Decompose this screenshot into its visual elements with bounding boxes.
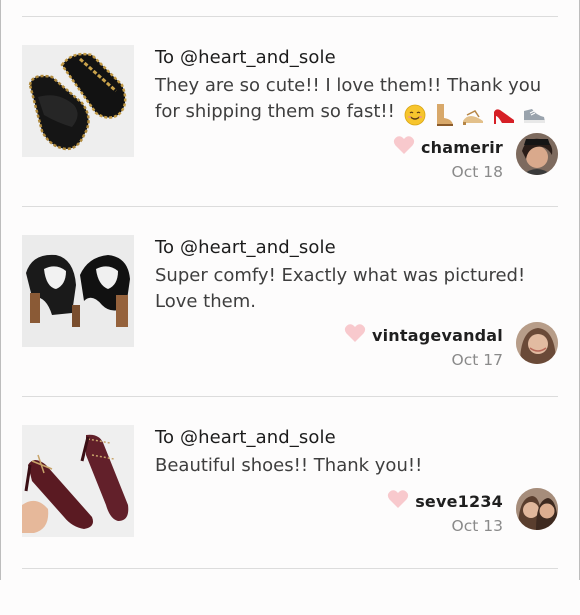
reviewer-username[interactable]: vintagevandal — [372, 326, 503, 345]
recipient-label: To @heart_and_sole — [155, 47, 336, 68]
avatar[interactable] — [516, 133, 558, 175]
review-item: To @heart_and_sole Super comfy! Exactly … — [0, 235, 580, 425]
reviewer-username[interactable]: seve1234 — [415, 492, 503, 511]
review-message: They are so cute!! I love them!! Thank y… — [155, 73, 555, 128]
heart-icon — [393, 135, 415, 159]
product-thumbnail[interactable] — [22, 425, 134, 537]
review-message: Beautiful shoes!! Thank you!! — [155, 455, 423, 476]
sandal-icon — [463, 110, 484, 125]
avatar[interactable] — [516, 322, 558, 364]
review-message: Super comfy! Exactly what was pictured! … — [155, 265, 526, 312]
avatar[interactable] — [516, 488, 558, 530]
review-meta: seve1234 Oct 13 — [387, 489, 503, 535]
review-date: Oct 13 — [451, 517, 503, 535]
sneaker-icon — [524, 109, 546, 123]
boot-icon — [437, 104, 454, 126]
user-line: chamerir — [393, 135, 503, 159]
recipient-label: To @heart_and_sole — [155, 427, 336, 448]
review-meta: chamerir Oct 18 — [393, 135, 503, 181]
review-date: Oct 18 — [451, 163, 503, 181]
reviewer-username[interactable]: chamerir — [421, 138, 503, 157]
heart-icon — [344, 323, 366, 347]
heart-icon — [387, 489, 409, 513]
recipient-label: To @heart_and_sole — [155, 237, 336, 258]
review-date: Oct 17 — [451, 351, 503, 369]
product-thumbnail[interactable] — [22, 235, 134, 347]
review-item: To @heart_and_sole They are so cute!! I … — [0, 45, 580, 235]
emoji-row — [404, 102, 548, 128]
smiling-face-icon — [404, 104, 425, 126]
user-line: seve1234 — [387, 489, 503, 513]
product-thumbnail[interactable] — [22, 45, 134, 157]
review-meta: vintagevandal Oct 17 — [344, 323, 503, 369]
user-line: vintagevandal — [344, 323, 503, 347]
divider — [22, 16, 558, 17]
high-heel-icon — [493, 109, 514, 124]
review-item: To @heart_and_sole Beautiful shoes!! Tha… — [0, 425, 580, 615]
